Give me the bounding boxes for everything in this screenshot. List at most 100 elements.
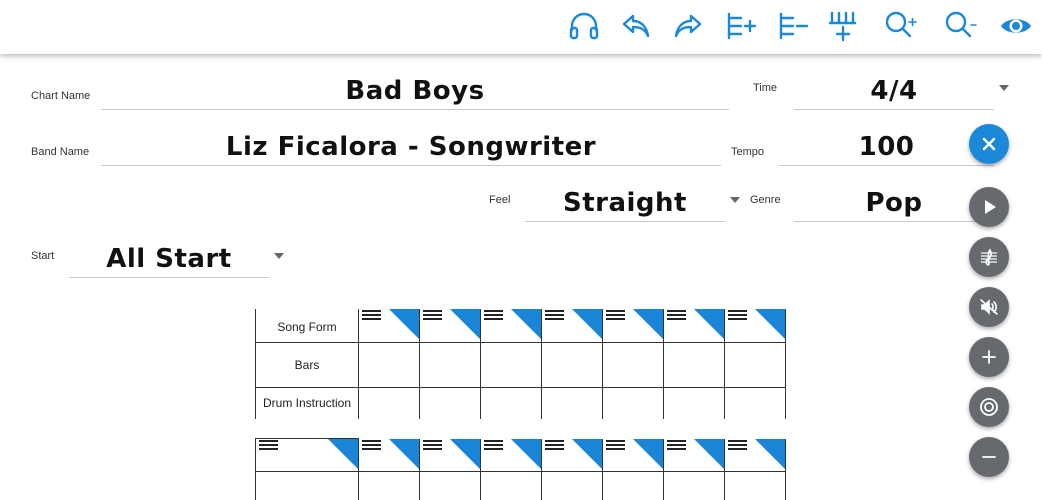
genre-select[interactable]: Pop: [794, 184, 994, 222]
mute-fab-button[interactable]: [969, 287, 1009, 327]
redo-button[interactable]: [668, 8, 708, 44]
bars-cell[interactable]: [480, 341, 542, 388]
song-form-cell[interactable]: [480, 309, 542, 343]
section-marker-icon[interactable]: [633, 309, 663, 339]
drum-instruction-cell[interactable]: [724, 386, 786, 419]
bars-cell[interactable]: [724, 471, 786, 500]
bars-cell[interactable]: [480, 471, 542, 500]
song-form-cell[interactable]: [724, 309, 786, 343]
row-header: Song Form: [255, 309, 359, 343]
menu-icon[interactable]: [362, 310, 381, 322]
menu-icon[interactable]: [606, 310, 625, 322]
section-marker-icon[interactable]: [511, 309, 541, 339]
song-form-cell[interactable]: [480, 438, 542, 472]
zoom-in-button[interactable]: [880, 8, 920, 44]
drum-instruction-cell[interactable]: [480, 386, 542, 419]
menu-icon[interactable]: [545, 310, 564, 322]
chart-name-field[interactable]: Bad Boys: [101, 72, 729, 110]
song-form-cell[interactable]: [358, 438, 420, 472]
target-fab-button[interactable]: [969, 387, 1009, 427]
time-select[interactable]: 4/4: [794, 72, 994, 110]
play-fab-button[interactable]: [969, 187, 1009, 227]
add-fab-button[interactable]: [969, 337, 1009, 377]
menu-icon[interactable]: [423, 439, 442, 452]
start-select[interactable]: All Start: [69, 240, 269, 278]
plus-icon: [982, 350, 996, 364]
section-marker-icon[interactable]: [572, 309, 602, 339]
menu-icon[interactable]: [362, 439, 381, 452]
bars-cell[interactable]: [724, 341, 786, 388]
drum-instruction-cell[interactable]: [602, 386, 664, 419]
start-value: All Start: [106, 244, 232, 274]
menu-icon[interactable]: [484, 310, 503, 322]
bars-cell[interactable]: [602, 471, 664, 500]
add-measure-button[interactable]: [720, 8, 760, 44]
add-line-button[interactable]: [824, 8, 864, 44]
section-marker-icon[interactable]: [450, 309, 480, 339]
menu-icon[interactable]: [423, 310, 442, 322]
menu-icon[interactable]: [259, 440, 278, 452]
measure-grid-1: Song Form Bars Drum Instruction: [255, 309, 786, 419]
feel-select[interactable]: Straight: [525, 184, 725, 222]
section-marker-icon[interactable]: [511, 438, 541, 469]
drum-instruction-cell[interactable]: [419, 386, 481, 419]
time-dropdown-arrow-icon[interactable]: [999, 85, 1009, 91]
menu-icon[interactable]: [484, 439, 503, 452]
menu-icon[interactable]: [606, 439, 625, 452]
song-form-cell[interactable]: [358, 309, 420, 343]
bars-cell[interactable]: [663, 471, 725, 500]
song-form-cell[interactable]: [602, 309, 664, 343]
section-marker-icon[interactable]: [328, 439, 358, 469]
section-marker-icon[interactable]: [755, 438, 785, 469]
bars-cell[interactable]: [663, 341, 725, 388]
song-form-cell[interactable]: [419, 438, 481, 472]
bars-cell[interactable]: [419, 471, 481, 500]
headphones-button[interactable]: [564, 8, 604, 44]
remove-fab-button[interactable]: [969, 437, 1009, 477]
song-form-cell[interactable]: [419, 309, 481, 343]
feel-dropdown-arrow-icon[interactable]: [730, 197, 740, 203]
undo-button[interactable]: [616, 8, 656, 44]
band-name-field[interactable]: Liz Ficalora - Songwriter: [101, 128, 721, 166]
song-form-cell[interactable]: [663, 438, 725, 472]
start-dropdown-arrow-icon[interactable]: [274, 253, 284, 259]
preview-button[interactable]: [996, 8, 1036, 44]
section-marker-icon[interactable]: [694, 438, 724, 469]
close-fab-button[interactable]: [969, 124, 1009, 164]
song-form-cell[interactable]: [541, 309, 603, 343]
tempo-field[interactable]: 100: [779, 128, 994, 166]
menu-icon[interactable]: [667, 439, 686, 452]
remove-measure-button[interactable]: [772, 8, 812, 44]
bars-cell[interactable]: [358, 341, 420, 388]
menu-icon[interactable]: [667, 310, 686, 322]
menu-icon[interactable]: [728, 439, 747, 452]
notation-icon: [981, 248, 997, 266]
header-cell[interactable]: [255, 438, 359, 472]
section-marker-icon[interactable]: [572, 438, 602, 469]
song-form-row: Song Form: [255, 309, 786, 343]
song-form-cell[interactable]: [724, 438, 786, 472]
play-icon: [985, 200, 996, 214]
bars-cell[interactable]: [602, 341, 664, 388]
song-form-cell[interactable]: [602, 438, 664, 472]
bars-cell[interactable]: [541, 341, 603, 388]
notation-fab-button[interactable]: [969, 237, 1009, 277]
menu-icon[interactable]: [728, 310, 747, 322]
section-marker-icon[interactable]: [389, 438, 419, 469]
drum-instruction-cell[interactable]: [358, 386, 420, 419]
section-marker-icon[interactable]: [633, 438, 663, 469]
bars-cell[interactable]: [419, 341, 481, 388]
menu-icon[interactable]: [545, 439, 564, 452]
song-form-cell[interactable]: [541, 438, 603, 472]
band-name-label: Band Name: [31, 146, 90, 158]
section-marker-icon[interactable]: [694, 309, 724, 339]
drum-instruction-cell[interactable]: [541, 386, 603, 419]
song-form-cell[interactable]: [663, 309, 725, 343]
bars-cell[interactable]: [541, 471, 603, 500]
zoom-out-button[interactable]: [940, 8, 980, 44]
drum-instruction-cell[interactable]: [663, 386, 725, 419]
section-marker-icon[interactable]: [450, 438, 480, 469]
section-marker-icon[interactable]: [755, 309, 785, 339]
section-marker-icon[interactable]: [389, 309, 419, 339]
bars-cell[interactable]: [358, 471, 420, 500]
